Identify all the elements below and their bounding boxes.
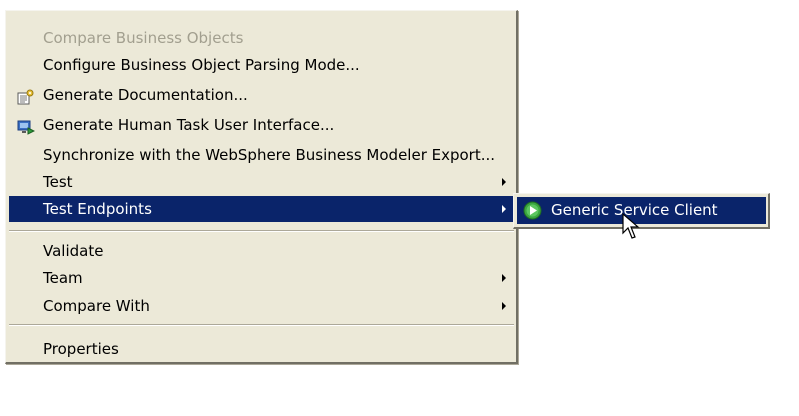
menu-item-label: Test Endpoints — [43, 200, 152, 218]
menu-item-properties[interactable]: Properties — [9, 336, 514, 362]
menu-item-label: Configure Business Object Parsing Mode..… — [43, 56, 360, 74]
menu-separator — [9, 324, 514, 326]
menu-item-label: Generate Documentation... — [43, 86, 248, 104]
submenu-arrow-icon — [502, 274, 506, 282]
menu-separator — [9, 230, 514, 232]
submenu-arrow-icon — [502, 302, 506, 310]
menu-item-label: Test — [43, 173, 73, 191]
menu-item-label: Compare Business Objects — [43, 29, 244, 47]
menu-item-label: Team — [43, 269, 83, 287]
submenu-arrow-icon — [502, 205, 506, 213]
menu-item-label: Generate Human Task User Interface... — [43, 116, 335, 134]
menu-item-label: Compare With — [43, 297, 150, 315]
context-menu: Compare Business Objects Configure Busin… — [5, 10, 518, 364]
menu-item-test-endpoints[interactable]: Test Endpoints — [9, 196, 514, 222]
monitor-arrow-icon — [17, 117, 36, 135]
menu-item-compare-with[interactable]: Compare With — [9, 293, 514, 319]
menu-item-generate-documentation[interactable]: Generate Documentation... — [9, 82, 514, 108]
document-gear-icon — [17, 87, 35, 105]
menu-item-validate[interactable]: Validate — [9, 238, 514, 264]
menu-item-team[interactable]: Team — [9, 265, 514, 291]
submenu-arrow-icon — [502, 178, 506, 186]
menu-item-label: Properties — [43, 340, 119, 358]
menu-item-compare-business-objects: Compare Business Objects — [9, 25, 514, 51]
menu-item-label: Validate — [43, 242, 104, 260]
menu-item-configure-parsing-mode[interactable]: Configure Business Object Parsing Mode..… — [9, 52, 514, 78]
menu-item-synchronize-websphere[interactable]: Synchronize with the WebSphere Business … — [9, 142, 514, 168]
green-play-icon — [523, 201, 542, 220]
menu-item-label: Synchronize with the WebSphere Business … — [43, 146, 496, 164]
menu-item-generate-human-task-ui[interactable]: Generate Human Task User Interface... — [9, 112, 514, 138]
mouse-pointer-icon — [622, 212, 642, 243]
menu-item-test[interactable]: Test — [9, 169, 514, 195]
